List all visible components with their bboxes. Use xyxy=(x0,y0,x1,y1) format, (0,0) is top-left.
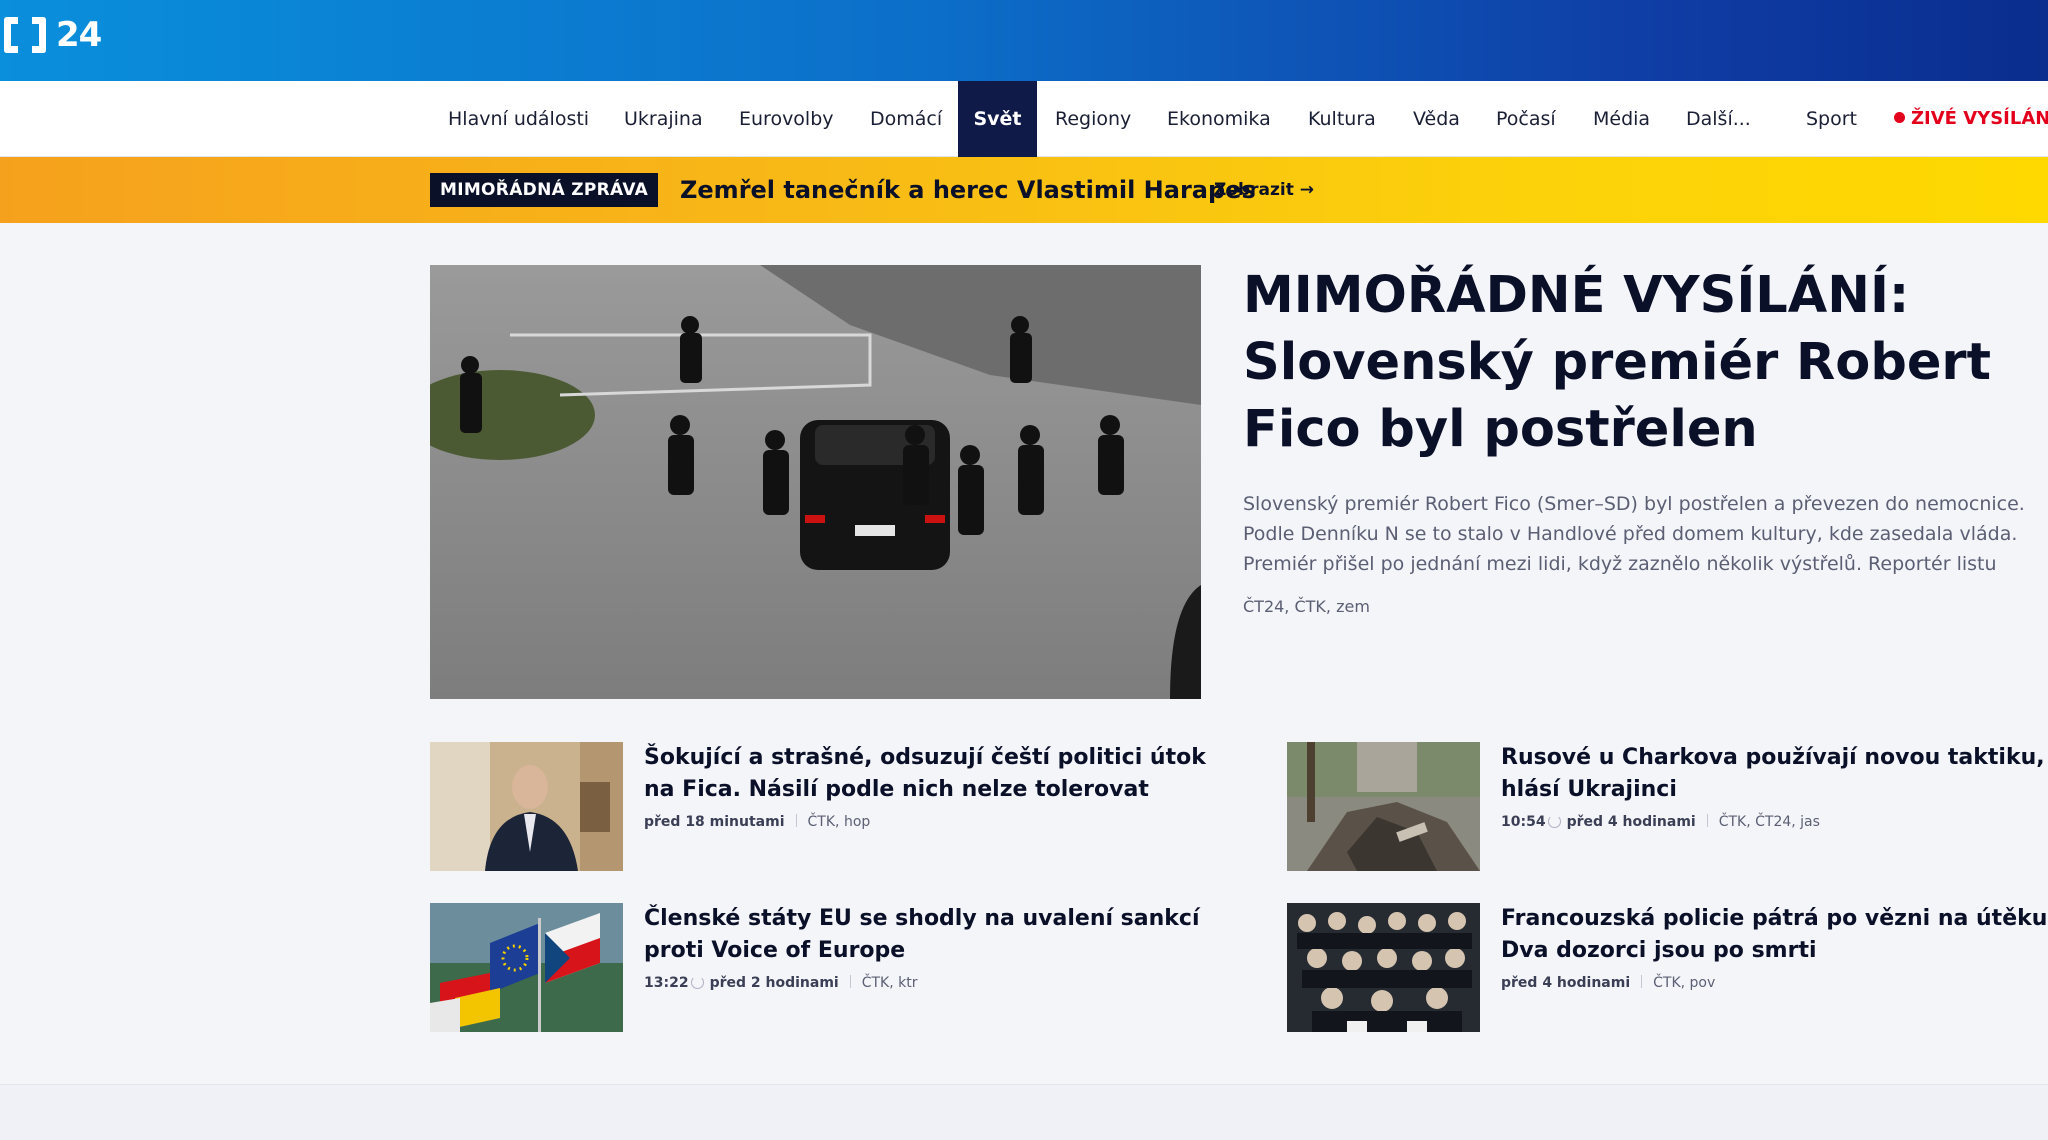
article-relative-time: před 18 minutami xyxy=(644,814,785,830)
nav-item-svet[interactable]: Svět xyxy=(958,81,1037,165)
bottom-section xyxy=(0,1085,2048,1140)
article-thumbnail[interactable] xyxy=(1287,742,1480,871)
live-label: ŽIVÉ VYSÍLÁNÍ xyxy=(1911,108,2048,129)
article-time: 13:22 xyxy=(644,975,689,991)
breaking-news-bar: MIMOŘÁDNÁ ZPRÁVA Zemřel tanečník a herec… xyxy=(0,157,2048,223)
article-source: ČTK, pov xyxy=(1653,975,1716,991)
article-title[interactable]: Francouzská policie pátrá po vězni na út… xyxy=(1501,903,2048,967)
article-meta: před 18 minutami ČTK, hop xyxy=(644,814,870,830)
ct-logo-icon xyxy=(4,17,46,53)
nav-item-sport[interactable]: Sport xyxy=(1806,81,1857,157)
article-relative-time: před 4 hodinami xyxy=(1566,814,1696,830)
article-card[interactable]: Šokující a strašné, odsuzují čeští polit… xyxy=(430,742,1210,871)
breaking-badge: MIMOŘÁDNÁ ZPRÁVA xyxy=(430,173,659,207)
article-source: ČTK, ČT24, jas xyxy=(1718,814,1820,830)
main-headline[interactable]: MIMOŘÁDNÉ VYSÍLÁNÍ: Slovenský premiér Ro… xyxy=(1243,262,2033,463)
nav-item-domaci[interactable]: Domácí xyxy=(870,81,942,157)
article-meta: před 4 hodinami ČTK, pov xyxy=(1501,975,1715,991)
breaking-title[interactable]: Zemřel tanečník a herec Vlastimil Harape… xyxy=(680,170,1256,210)
article-card[interactable]: Rusové u Charkova používají novou taktik… xyxy=(1287,742,2048,871)
main-navigation: Hlavní události Ukrajina Eurovolby Domác… xyxy=(0,81,2048,165)
nav-item-pocasi[interactable]: Počasí xyxy=(1496,81,1556,157)
article-meta: 10:54 před 4 hodinami ČTK, ČT24, jas xyxy=(1501,814,1820,830)
article-thumbnail[interactable] xyxy=(430,742,623,871)
live-dot-icon xyxy=(1894,112,1905,123)
update-icon xyxy=(1547,815,1561,828)
logo-text: 24 xyxy=(56,15,102,55)
article-card[interactable]: Francouzská policie pátrá po vězni na út… xyxy=(1287,903,2048,1032)
article-card[interactable]: Členské státy EU se shodly na uvalení sa… xyxy=(430,903,1210,1032)
nav-item-ukrajina[interactable]: Ukrajina xyxy=(624,81,703,157)
nav-item-media[interactable]: Média xyxy=(1593,81,1650,157)
ct24-logo[interactable]: 24 xyxy=(0,14,102,56)
nav-item-kultura[interactable]: Kultura xyxy=(1308,81,1376,157)
live-broadcast-link[interactable]: ŽIVÉ VYSÍLÁNÍ xyxy=(1894,81,2048,157)
main-article-image[interactable] xyxy=(430,265,1201,699)
site-header: 24 xyxy=(0,0,2048,81)
article-relative-time: před 2 hodinami xyxy=(709,975,839,991)
nav-item-eurovolby[interactable]: Eurovolby xyxy=(739,81,834,157)
breaking-show-link[interactable]: Zobrazit → xyxy=(1214,170,1314,210)
meta-separator xyxy=(849,975,851,988)
article-thumbnail[interactable] xyxy=(1287,903,1480,1032)
meta-separator xyxy=(1641,975,1643,988)
nav-item-ekonomika[interactable]: Ekonomika xyxy=(1167,81,1271,157)
main-perex: Slovenský premiér Robert Fico (Smer–SD) … xyxy=(1243,493,2025,575)
meta-separator xyxy=(795,814,797,827)
meta-separator xyxy=(1706,814,1708,827)
nav-item-dalsi[interactable]: Další... xyxy=(1686,81,1751,157)
article-title[interactable]: Členské státy EU se shodly na uvalení sa… xyxy=(644,903,1214,967)
nav-item-veda[interactable]: Věda xyxy=(1413,81,1460,157)
article-time: 10:54 xyxy=(1501,814,1546,830)
article-source: ČTK, hop xyxy=(807,814,871,830)
update-icon xyxy=(690,976,704,989)
article-thumbnail[interactable] xyxy=(430,903,623,1032)
article-source: ČTK, ktr xyxy=(861,975,918,991)
article-relative-time: před 4 hodinami xyxy=(1501,975,1631,991)
nav-item-hlavni-udalosti[interactable]: Hlavní události xyxy=(448,81,589,157)
nav-item-regiony[interactable]: Regiony xyxy=(1055,81,1131,157)
article-meta: 13:22 před 2 hodinami ČTK, ktr xyxy=(644,975,917,991)
article-title[interactable]: Šokující a strašné, odsuzují čeští polit… xyxy=(644,742,1214,806)
article-title[interactable]: Rusové u Charkova používají novou taktik… xyxy=(1501,742,2048,806)
main-source: ČT24, ČTK, zem xyxy=(1243,597,1370,616)
